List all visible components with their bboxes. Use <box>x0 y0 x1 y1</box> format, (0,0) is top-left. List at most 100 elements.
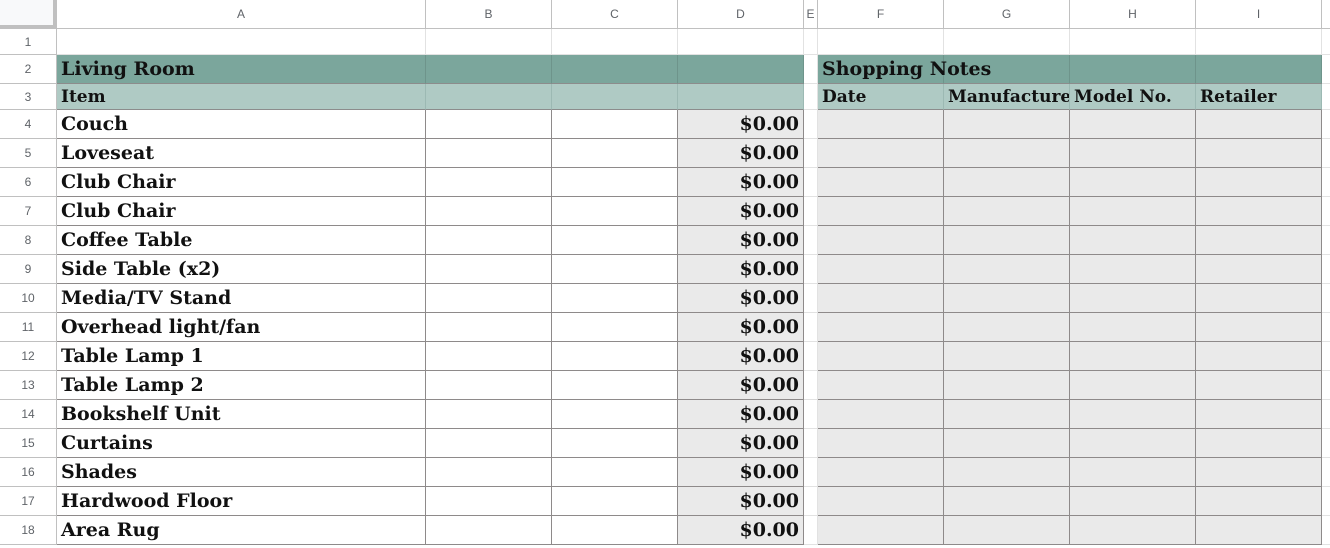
row-header-18[interactable]: 18 <box>0 516 57 545</box>
manufacturer-cell[interactable] <box>944 487 1070 516</box>
manufacturer-cell[interactable] <box>944 168 1070 197</box>
title-cell[interactable] <box>1196 55 1322 84</box>
item-price-cell[interactable]: $0.00 <box>678 168 804 197</box>
cell-empty[interactable] <box>1322 110 1330 139</box>
manufacturer-cell[interactable] <box>944 458 1070 487</box>
column-header-e[interactable]: E <box>804 0 818 29</box>
manufacturer-cell[interactable] <box>944 429 1070 458</box>
date-cell[interactable] <box>818 168 944 197</box>
manufacturer-cell[interactable] <box>944 313 1070 342</box>
item-cell-c[interactable] <box>552 400 678 429</box>
model-no-cell[interactable] <box>1070 342 1196 371</box>
cell-empty[interactable] <box>1322 226 1330 255</box>
cell-empty[interactable] <box>1322 458 1330 487</box>
spacer-cell[interactable] <box>804 226 818 255</box>
column-header-b[interactable]: B <box>426 0 552 29</box>
spacer-cell[interactable] <box>804 400 818 429</box>
item-price-cell[interactable]: $0.00 <box>678 342 804 371</box>
item-cell-c[interactable] <box>552 139 678 168</box>
retailer-cell[interactable] <box>1196 313 1322 342</box>
item-price-cell[interactable]: $0.00 <box>678 197 804 226</box>
cell-empty[interactable] <box>1322 84 1330 110</box>
item-cell-c[interactable] <box>552 197 678 226</box>
item-cell-b[interactable] <box>426 458 552 487</box>
cell-empty[interactable] <box>552 29 678 55</box>
cell-empty[interactable] <box>426 29 552 55</box>
retailer-cell[interactable] <box>1196 429 1322 458</box>
spacer-cell[interactable] <box>804 84 818 110</box>
select-all-corner[interactable] <box>0 0 57 29</box>
cell-empty[interactable] <box>1322 313 1330 342</box>
manufacturer-cell[interactable] <box>944 197 1070 226</box>
title-cell[interactable] <box>678 55 804 84</box>
item-price-cell[interactable]: $0.00 <box>678 516 804 545</box>
cell-empty[interactable] <box>57 29 426 55</box>
item-cell-b[interactable] <box>426 400 552 429</box>
model-no-cell[interactable] <box>1070 400 1196 429</box>
row-header-3[interactable]: 3 <box>0 84 57 110</box>
manufacturer-cell[interactable] <box>944 226 1070 255</box>
row-header-9[interactable]: 9 <box>0 255 57 284</box>
subheader-cell[interactable] <box>426 84 552 110</box>
item-price-cell[interactable]: $0.00 <box>678 226 804 255</box>
column-header-j[interactable] <box>1322 0 1330 29</box>
item-price-cell[interactable]: $0.00 <box>678 110 804 139</box>
column-header-a[interactable]: A <box>57 0 426 29</box>
date-cell[interactable] <box>818 516 944 545</box>
item-cell-c[interactable] <box>552 110 678 139</box>
living-room-title[interactable]: Living Room <box>57 55 426 84</box>
cell-empty[interactable] <box>678 29 804 55</box>
date-cell[interactable] <box>818 400 944 429</box>
manufacturer-cell[interactable] <box>944 110 1070 139</box>
item-name-cell[interactable]: Couch <box>57 110 426 139</box>
cell-empty[interactable] <box>1322 342 1330 371</box>
date-cell[interactable] <box>818 487 944 516</box>
title-cell[interactable] <box>1070 55 1196 84</box>
spacer-cell[interactable] <box>804 313 818 342</box>
spacer-cell[interactable] <box>804 342 818 371</box>
retailer-header[interactable]: Retailer <box>1196 84 1322 110</box>
item-name-cell[interactable]: Area Rug <box>57 516 426 545</box>
cell-empty[interactable] <box>1322 29 1330 55</box>
item-cell-c[interactable] <box>552 255 678 284</box>
model-no-cell[interactable] <box>1070 516 1196 545</box>
manufacturer-cell[interactable] <box>944 139 1070 168</box>
column-header-d[interactable]: D <box>678 0 804 29</box>
column-header-f[interactable]: F <box>818 0 944 29</box>
retailer-cell[interactable] <box>1196 197 1322 226</box>
manufacturer-cell[interactable] <box>944 371 1070 400</box>
date-cell[interactable] <box>818 313 944 342</box>
row-header-4[interactable]: 4 <box>0 110 57 139</box>
item-cell-b[interactable] <box>426 197 552 226</box>
spacer-cell[interactable] <box>804 139 818 168</box>
item-name-cell[interactable]: Club Chair <box>57 197 426 226</box>
cell-empty[interactable] <box>1196 29 1322 55</box>
spacer-cell[interactable] <box>804 458 818 487</box>
item-cell-b[interactable] <box>426 255 552 284</box>
item-cell-c[interactable] <box>552 342 678 371</box>
date-cell[interactable] <box>818 371 944 400</box>
item-name-cell[interactable]: Loveseat <box>57 139 426 168</box>
item-name-cell[interactable]: Shades <box>57 458 426 487</box>
cell-empty[interactable] <box>1070 29 1196 55</box>
item-price-cell[interactable]: $0.00 <box>678 429 804 458</box>
column-header-c[interactable]: C <box>552 0 678 29</box>
date-cell[interactable] <box>818 284 944 313</box>
cell-empty[interactable] <box>1322 516 1330 545</box>
item-cell-c[interactable] <box>552 284 678 313</box>
item-cell-c[interactable] <box>552 516 678 545</box>
retailer-cell[interactable] <box>1196 110 1322 139</box>
retailer-cell[interactable] <box>1196 139 1322 168</box>
item-cell-b[interactable] <box>426 371 552 400</box>
date-cell[interactable] <box>818 110 944 139</box>
item-name-cell[interactable]: Coffee Table <box>57 226 426 255</box>
manufacturer-cell[interactable] <box>944 342 1070 371</box>
row-header-7[interactable]: 7 <box>0 197 57 226</box>
row-header-16[interactable]: 16 <box>0 458 57 487</box>
cell-empty[interactable] <box>1322 487 1330 516</box>
item-name-cell[interactable]: Media/TV Stand <box>57 284 426 313</box>
row-header-2[interactable]: 2 <box>0 55 57 84</box>
retailer-cell[interactable] <box>1196 284 1322 313</box>
shopping-notes-title[interactable]: Shopping Notes <box>818 55 991 84</box>
date-cell[interactable] <box>818 342 944 371</box>
